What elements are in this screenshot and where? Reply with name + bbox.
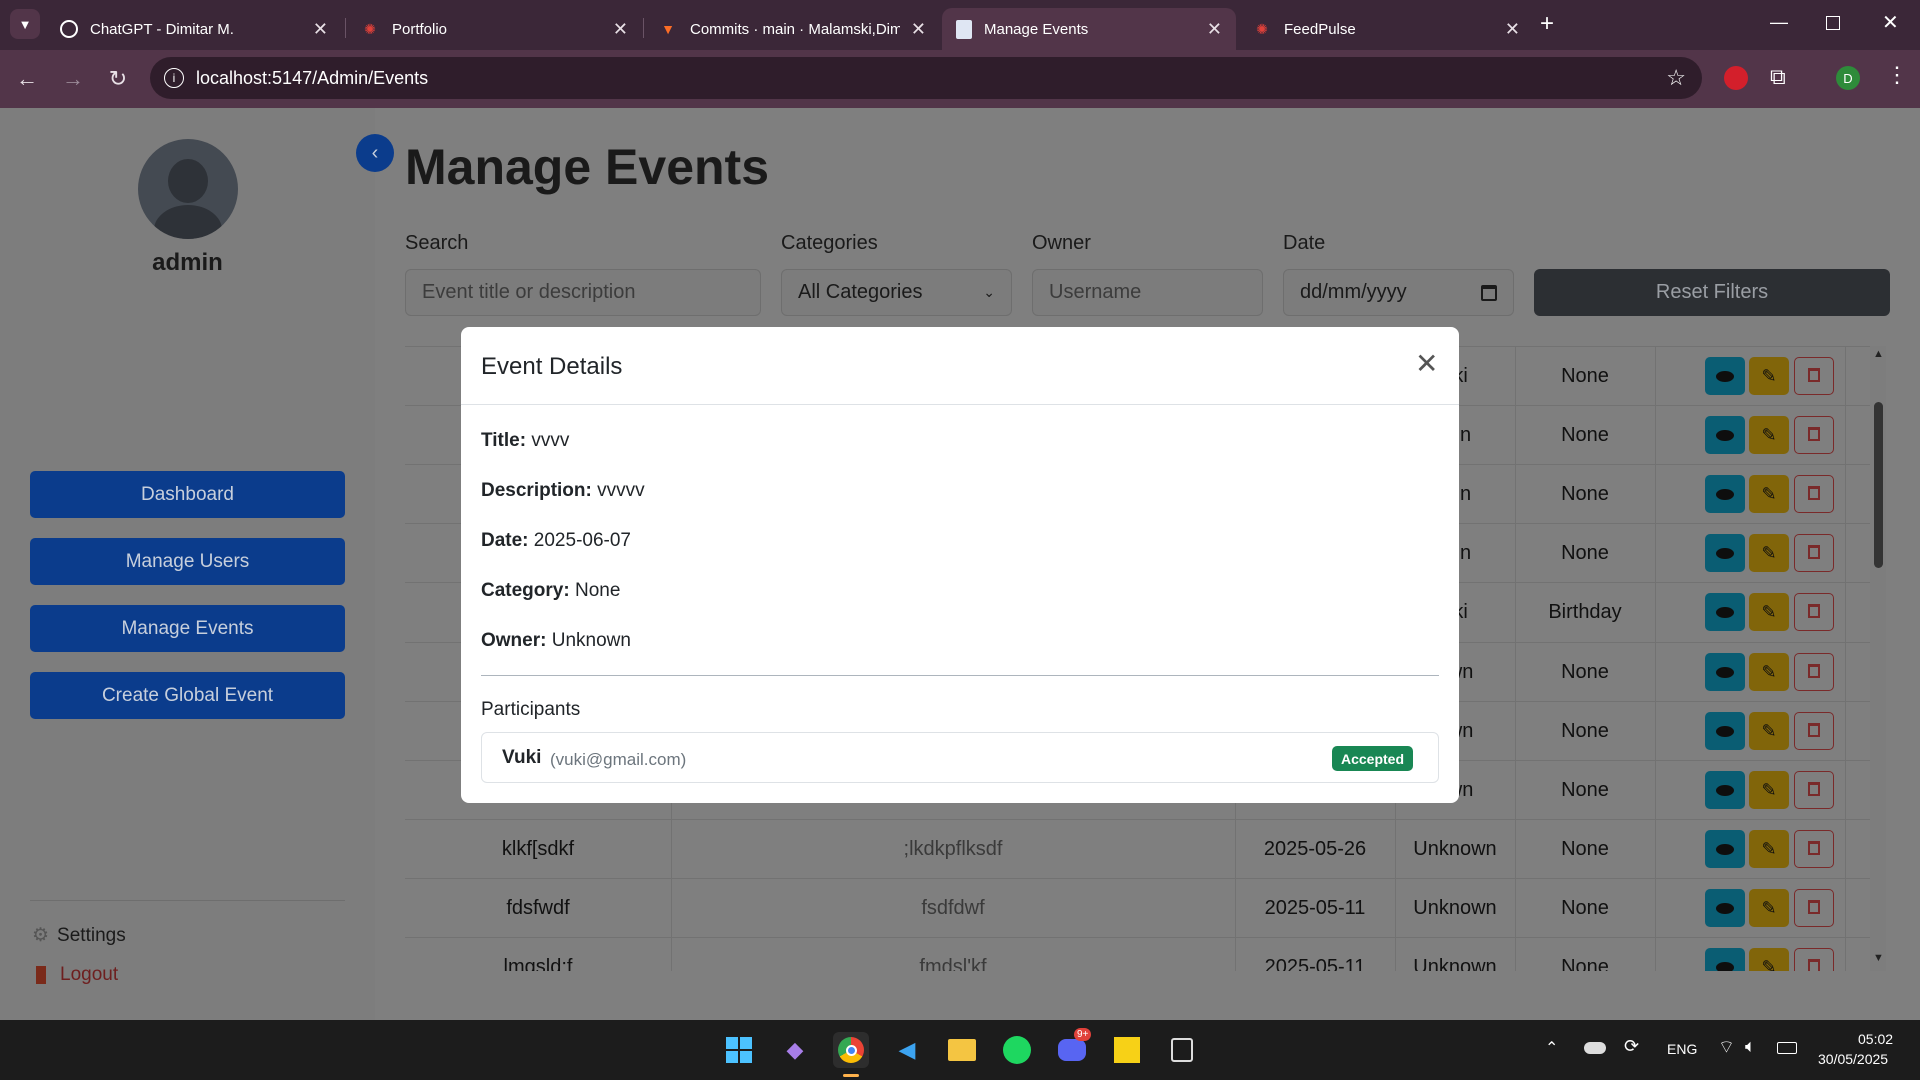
bookmark-star-icon[interactable]: ☆ <box>1666 65 1686 91</box>
snipping-tool-icon[interactable] <box>1164 1032 1200 1068</box>
reload-icon[interactable]: ↻ <box>103 64 133 94</box>
chatgpt-icon <box>60 20 78 38</box>
visual-studio-icon[interactable]: ◆ <box>777 1032 813 1068</box>
tray-chevron-up-icon[interactable]: ⌃ <box>1545 1038 1558 1058</box>
chrome-icon[interactable] <box>833 1032 869 1068</box>
participant-name: Vuki <box>502 747 542 768</box>
gitlab-icon: ▼ <box>661 21 675 37</box>
modal-divider <box>481 675 1439 676</box>
onedrive-icon[interactable] <box>1584 1042 1606 1054</box>
clock-date[interactable]: 30/05/2025 <box>1818 1051 1888 1067</box>
discord-badge: 9+ <box>1074 1028 1092 1041</box>
close-window-icon[interactable]: ✕ <box>1882 10 1899 35</box>
browser-tab-bar: ▼ ChatGPT - Dimitar M. ✕ ✺ Portfolio ✕ ▼… <box>0 0 1920 50</box>
modal-title: Event Details <box>481 353 623 380</box>
windows-taskbar: ◆ ◀ 9+ ⌃ ⟳ ENG ⌔ 🔈︎ 05:02 30/05/2025 <box>0 1020 1920 1080</box>
volume-icon[interactable]: 🔈︎ <box>1745 1036 1756 1057</box>
modal-description-line: Description: vvvvv <box>481 480 645 501</box>
tab-chatgpt[interactable]: ChatGPT - Dimitar M. ✕ <box>46 8 342 50</box>
participant-item: Vuki (vuki@gmail.com) Accepted <box>481 732 1439 783</box>
extensions-puzzle-icon[interactable]: ⧉ <box>1770 64 1786 90</box>
minimize-icon[interactable]: — <box>1770 12 1788 33</box>
close-tab-icon[interactable]: ✕ <box>313 19 328 40</box>
sync-icon[interactable]: ⟳ <box>1624 1036 1639 1057</box>
participants-heading: Participants <box>481 699 581 720</box>
tab-list-dropdown[interactable]: ▼ <box>10 9 40 39</box>
modal-owner-line: Owner: Unknown <box>481 630 631 651</box>
gear-red-icon: ✺ <box>1256 20 1268 37</box>
close-tab-icon[interactable]: ✕ <box>613 19 628 40</box>
tab-title: Commits · main · Malamski,Dim <box>690 20 900 38</box>
forward-icon[interactable]: → <box>58 64 88 94</box>
tab-portfolio[interactable]: ✺ Portfolio ✕ <box>346 8 642 50</box>
gear-red-icon: ✺ <box>364 20 376 37</box>
modal-header: Event Details ✕ <box>461 327 1459 405</box>
browser-toolbar: ← → ↻ i localhost:5147/Admin/Events ☆ ⧉ … <box>0 50 1920 108</box>
tab-manage-events[interactable]: Manage Events ✕ <box>942 8 1236 50</box>
clock-time[interactable]: 05:02 <box>1858 1031 1893 1047</box>
file-explorer-icon[interactable] <box>944 1032 980 1068</box>
back-icon[interactable]: ← <box>12 64 42 94</box>
tab-title: Manage Events <box>984 20 1089 38</box>
discord-icon[interactable]: 9+ <box>1054 1028 1092 1068</box>
new-tab-icon[interactable]: + <box>1540 10 1554 38</box>
battery-icon[interactable] <box>1777 1042 1797 1054</box>
participant-email: (vuki@gmail.com) <box>550 750 687 769</box>
status-badge: Accepted <box>1332 746 1414 771</box>
modal-category-line: Category: None <box>481 580 621 601</box>
sticky-notes-icon[interactable] <box>1109 1032 1145 1068</box>
close-modal-icon[interactable]: ✕ <box>1415 347 1438 380</box>
site-info-icon[interactable]: i <box>164 68 184 88</box>
tab-commits[interactable]: ▼ Commits · main · Malamski,Dim ✕ <box>644 8 940 50</box>
restore-icon[interactable] <box>1826 16 1840 30</box>
tab-title: ChatGPT - Dimitar M. <box>90 20 234 38</box>
windows-start-icon[interactable] <box>721 1032 757 1068</box>
modal-date-line: Date: 2025-06-07 <box>481 530 631 551</box>
close-tab-icon[interactable]: ✕ <box>1505 19 1520 40</box>
tab-feedpulse[interactable]: ✺ FeedPulse ✕ <box>1238 8 1534 50</box>
extension-adblock-icon[interactable] <box>1724 66 1748 90</box>
spotify-icon[interactable] <box>999 1032 1035 1068</box>
browser-menu-icon[interactable]: ⋮ <box>1886 62 1908 88</box>
wifi-icon[interactable]: ⌔ <box>1718 1036 1735 1059</box>
tab-title: FeedPulse <box>1284 20 1356 38</box>
close-tab-icon[interactable]: ✕ <box>1207 19 1222 40</box>
document-icon <box>956 19 972 39</box>
close-tab-icon[interactable]: ✕ <box>911 19 926 40</box>
event-details-modal: Event Details ✕ Title: vvvv Description:… <box>461 327 1459 803</box>
profile-avatar[interactable]: D <box>1836 66 1860 90</box>
language-indicator[interactable]: ENG <box>1667 1041 1697 1057</box>
modal-title-line: Title: vvvv <box>481 430 570 451</box>
tab-title: Portfolio <box>392 20 448 38</box>
chrome-active-indicator <box>843 1074 859 1077</box>
address-bar[interactable]: i localhost:5147/Admin/Events ☆ <box>150 57 1702 99</box>
url-text: localhost:5147/Admin/Events <box>196 67 429 88</box>
vscode-icon[interactable]: ◀ <box>889 1032 925 1068</box>
